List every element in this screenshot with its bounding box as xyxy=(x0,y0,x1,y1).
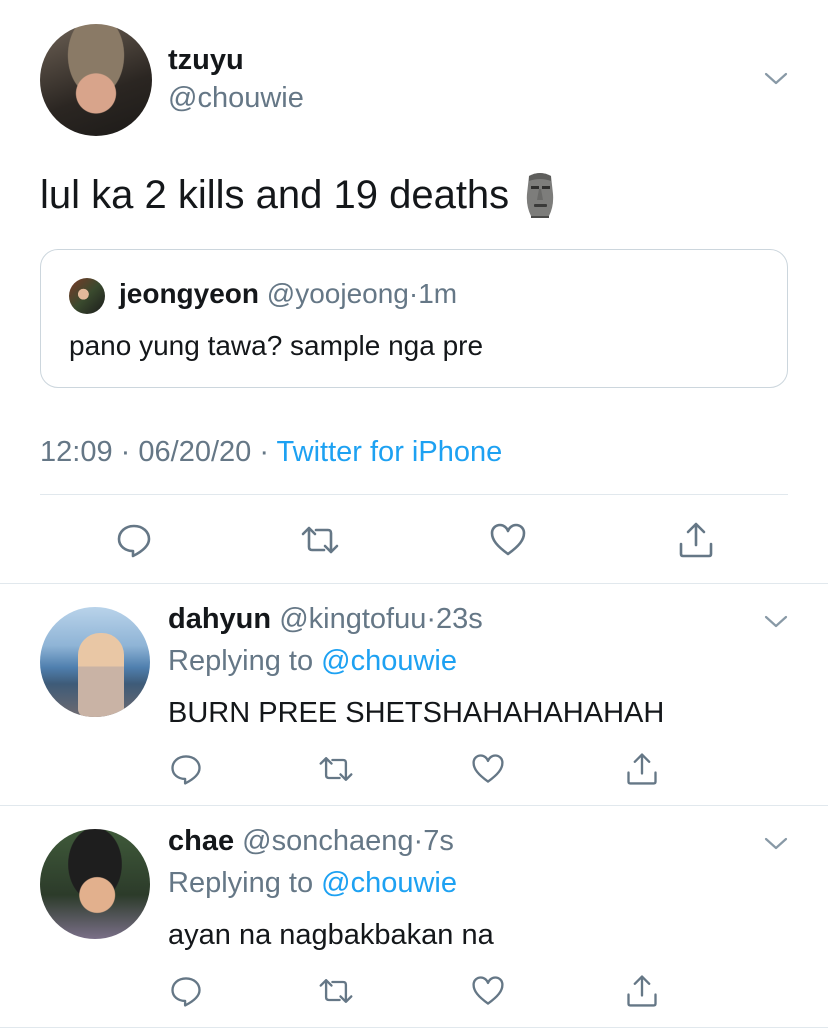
reply-handle[interactable]: @sonchaeng xyxy=(242,825,413,857)
replying-to-link[interactable]: @chouwie xyxy=(321,645,457,677)
author-avatar[interactable] xyxy=(40,24,152,136)
replying-to-label: Replying to xyxy=(168,867,314,899)
tweet-time: 12:09 xyxy=(40,436,113,468)
reply-header: dahyun @kingtofuu·23s xyxy=(168,603,483,636)
divider xyxy=(40,494,788,495)
like-icon[interactable] xyxy=(470,751,506,787)
quoted-author-avatar xyxy=(69,278,105,314)
like-icon[interactable] xyxy=(470,973,506,1009)
reply-separator: · xyxy=(426,603,436,635)
reply-display-name[interactable]: chae xyxy=(168,825,234,857)
reply-tweet[interactable]: dahyun @kingtofuu·23s Replying to @chouw… xyxy=(0,585,828,806)
reply-icon[interactable] xyxy=(168,751,204,787)
tweet-date: 06/20/20 xyxy=(138,436,252,468)
replying-to: Replying to @chouwie xyxy=(168,645,457,678)
share-icon[interactable] xyxy=(676,520,716,560)
quoted-separator: · xyxy=(408,278,419,309)
quoted-tweet[interactable]: jeongyeon @yoojeong·1m pano yung tawa? s… xyxy=(40,249,788,388)
tweet-text: lul ka 2 kills and 19 deaths xyxy=(40,172,557,218)
quoted-handle: @yoojeong xyxy=(266,278,409,309)
retweet-icon[interactable] xyxy=(318,751,354,787)
meta-separator: · xyxy=(259,436,269,468)
reply-tweet[interactable]: chae @sonchaeng·7s Replying to @chouwie … xyxy=(0,807,828,1028)
meta-separator: · xyxy=(120,436,131,468)
replying-to-link[interactable]: @chouwie xyxy=(321,867,457,899)
replying-to: Replying to @chouwie xyxy=(168,867,457,900)
share-icon[interactable] xyxy=(624,973,660,1009)
like-icon[interactable] xyxy=(488,520,528,560)
quoted-display-name: jeongyeon xyxy=(119,278,260,309)
reply-handle[interactable]: @kingtofuu xyxy=(279,603,426,635)
retweet-icon[interactable] xyxy=(318,973,354,1009)
retweet-icon[interactable] xyxy=(300,520,340,560)
reply-author-avatar[interactable] xyxy=(40,829,150,939)
quoted-text: pano yung tawa? sample nga pre xyxy=(69,330,484,361)
tweet-body: lul ka 2 kills and 19 deaths xyxy=(40,172,510,217)
reply-author-avatar[interactable] xyxy=(40,607,150,717)
author-display-name[interactable]: tzuyu xyxy=(168,44,244,77)
main-tweet: tzuyu @chouwie lul ka 2 kills and 19 dea… xyxy=(0,0,828,584)
reply-text: BURN PREE SHETSHAHAHAHAHAH xyxy=(168,697,665,729)
reply-icon[interactable] xyxy=(168,973,204,1009)
reply-time: 7s xyxy=(423,825,454,857)
chevron-down-icon[interactable] xyxy=(764,72,788,86)
quoted-header: jeongyeon @yoojeong·1m xyxy=(119,278,457,310)
chevron-down-icon[interactable] xyxy=(764,837,788,851)
author-handle[interactable]: @chouwie xyxy=(168,82,304,115)
chevron-down-icon[interactable] xyxy=(764,615,788,629)
reply-text: ayan na nagbakbakan na xyxy=(168,919,494,951)
reply-time: 23s xyxy=(436,603,483,635)
replying-to-label: Replying to xyxy=(168,645,314,677)
quoted-time: 1m xyxy=(418,278,458,309)
tweet-meta: 12:09 · 06/20/20 · Twitter for iPhone xyxy=(40,436,502,469)
share-icon[interactable] xyxy=(624,751,660,787)
reply-separator: · xyxy=(413,825,424,857)
reply-icon[interactable] xyxy=(114,520,154,560)
moai-icon xyxy=(523,172,557,218)
reply-display-name[interactable]: dahyun xyxy=(168,603,271,635)
reply-header: chae @sonchaeng·7s xyxy=(168,825,454,858)
tweet-source-link[interactable]: Twitter for iPhone xyxy=(277,436,503,468)
